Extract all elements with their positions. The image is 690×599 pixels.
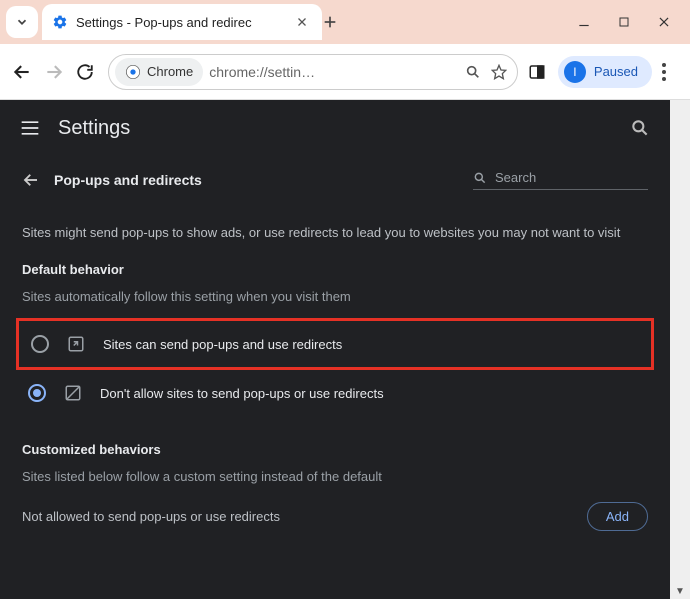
vertical-scrollbar[interactable]: ▼ — [670, 100, 690, 599]
settings-page: Settings Pop-ups and redirects Search Si… — [0, 100, 670, 599]
site-chip-label: Chrome — [147, 64, 193, 79]
default-behavior-sub: Sites automatically follow this setting … — [22, 289, 648, 304]
browser-tab[interactable]: Settings - Pop-ups and redirec — [42, 4, 322, 40]
option-block-row[interactable]: Don't allow sites to send pop-ups or use… — [22, 370, 648, 416]
plus-icon — [322, 14, 338, 30]
window-controls — [574, 12, 684, 32]
popup-block-icon — [64, 384, 82, 402]
tab-list-dropdown[interactable] — [6, 6, 38, 38]
maximize-button[interactable] — [614, 12, 634, 32]
profile-paused-label: Paused — [594, 64, 638, 79]
popup-allow-icon — [67, 335, 85, 353]
reload-icon — [76, 63, 94, 81]
forward-button[interactable] — [44, 62, 66, 82]
not-allowed-label: Not allowed to send pop-ups or use redir… — [22, 509, 280, 524]
kebab-icon — [662, 63, 666, 81]
side-panel-button[interactable] — [528, 63, 548, 81]
panel-icon — [528, 63, 546, 81]
site-chip[interactable]: Chrome — [115, 58, 203, 86]
reload-button[interactable] — [76, 63, 98, 81]
profile-paused-chip[interactable]: I Paused — [558, 56, 652, 88]
arrow-left-icon — [12, 62, 32, 82]
back-button[interactable] — [12, 62, 34, 82]
window-tab-strip: Settings - Pop-ups and redirec — [0, 0, 690, 44]
page-title: Pop-ups and redirects — [54, 172, 202, 188]
option-allow-row[interactable]: Sites can send pop-ups and use redirects — [16, 318, 654, 370]
settings-header: Settings — [0, 100, 670, 156]
option-allow-label: Sites can send pop-ups and use redirects — [103, 337, 342, 352]
maximize-icon — [618, 16, 630, 28]
custom-behaviors-sub: Sites listed below follow a custom setti… — [22, 469, 648, 484]
search-icon — [630, 118, 650, 138]
page-back-button[interactable] — [22, 171, 40, 189]
browser-menu-button[interactable] — [662, 63, 678, 81]
chrome-logo-icon — [125, 64, 141, 80]
settings-title: Settings — [58, 117, 130, 140]
menu-button[interactable] — [20, 120, 40, 136]
url-text: chrome://settin… — [209, 64, 459, 80]
minimize-icon — [577, 15, 591, 29]
close-icon — [657, 15, 671, 29]
page-search-input[interactable]: Search — [473, 170, 648, 190]
tab-close-button[interactable] — [296, 16, 312, 28]
browser-toolbar: Chrome chrome://settin… I Paused — [0, 44, 690, 100]
bookmark-button[interactable] — [491, 64, 511, 80]
radio-block[interactable] — [28, 384, 46, 402]
omnibox[interactable]: Chrome chrome://settin… — [108, 54, 518, 90]
page-search-placeholder: Search — [495, 170, 536, 185]
arrow-left-icon — [22, 171, 40, 189]
new-tab-button[interactable] — [322, 14, 350, 30]
tab-title: Settings - Pop-ups and redirec — [76, 15, 288, 30]
custom-behaviors-title: Customized behaviors — [22, 442, 648, 457]
star-icon — [491, 64, 507, 80]
close-window-button[interactable] — [654, 12, 674, 32]
gear-icon — [52, 14, 68, 30]
page-header-row: Pop-ups and redirects Search — [22, 156, 648, 204]
option-block-label: Don't allow sites to send pop-ups or use… — [100, 386, 384, 401]
radio-allow[interactable] — [31, 335, 49, 353]
settings-search-button[interactable] — [630, 118, 650, 138]
close-icon — [296, 16, 308, 28]
profile-avatar: I — [564, 61, 586, 83]
chevron-down-icon — [15, 15, 29, 29]
default-behavior-title: Default behavior — [22, 262, 648, 277]
search-icon — [465, 64, 481, 80]
search-icon — [473, 171, 487, 185]
arrow-right-icon — [44, 62, 64, 82]
hamburger-icon — [20, 120, 40, 136]
add-button[interactable]: Add — [587, 502, 648, 531]
minimize-button[interactable] — [574, 12, 594, 32]
scroll-down-icon: ▼ — [675, 586, 685, 599]
page-intro: Sites might send pop-ups to show ads, or… — [22, 224, 648, 242]
zoom-button[interactable] — [465, 64, 485, 80]
